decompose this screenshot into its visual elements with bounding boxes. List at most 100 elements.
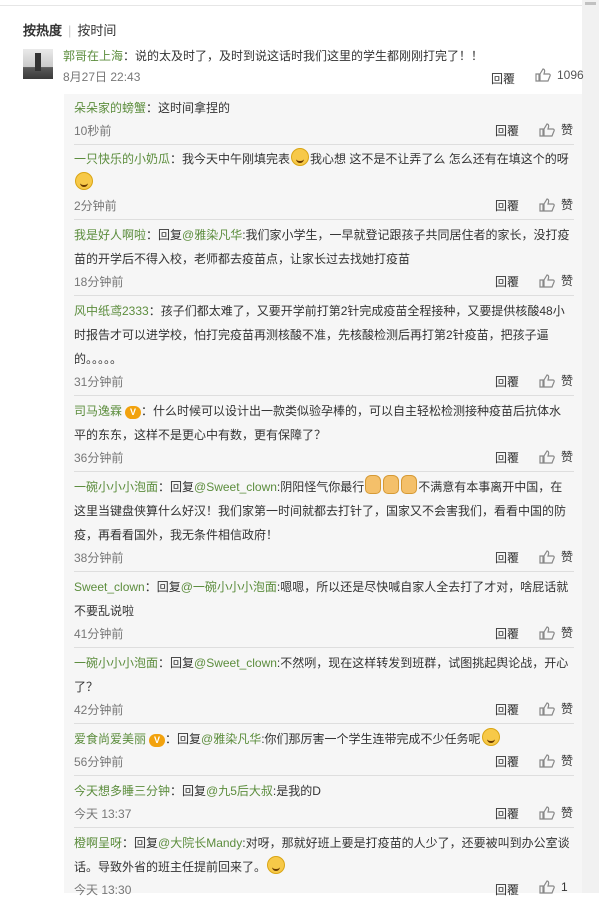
- reply-button[interactable]: 回覆: [491, 70, 515, 87]
- like-button[interactable]: 赞: [539, 752, 573, 769]
- reply-time: 41分钟前: [74, 627, 124, 641]
- reply-meta: 今天 13:30 回覆 1: [74, 879, 574, 899]
- reply-button[interactable]: 回覆: [495, 122, 519, 139]
- reply-meta: 今天 13:37 回覆 赞: [74, 803, 574, 823]
- reply-time: 36分钟前: [74, 451, 124, 465]
- laughing-emoji-icon: [291, 148, 310, 166]
- comment-text: 郭哥在上海：说的太及时了，及时到说这话时我们这里的学生都刚刚打完了！！: [63, 47, 579, 65]
- reply-button[interactable]: 回覆: [495, 549, 519, 566]
- reply-item: Sweet_clown：回复@一碗小小小泡面:嗯嗯，所以还是尽快喊自家人全去打了…: [74, 575, 574, 648]
- like-button[interactable]: 赞: [539, 372, 573, 389]
- vip-badge-icon: V: [125, 406, 142, 419]
- reply-username[interactable]: 一碗小小小泡面: [74, 656, 158, 670]
- reply-username[interactable]: 我是好人啊啦: [74, 228, 146, 242]
- thumbs-up-icon: [539, 449, 555, 464]
- like-button[interactable]: 赞: [539, 196, 573, 213]
- like-button[interactable]: 1: [539, 880, 568, 894]
- reply-prefix: ：回复: [122, 836, 159, 850]
- laughing-emoji-icon: [481, 728, 500, 746]
- reply-username[interactable]: 司马逸霖: [74, 404, 122, 418]
- reply-prefix: ：回复: [158, 656, 195, 670]
- thumbs-up-emoji-icon: [401, 475, 418, 494]
- like-button[interactable]: 赞: [539, 121, 573, 138]
- reply-mention[interactable]: @一碗小小小泡面: [181, 580, 277, 594]
- reply-time: 31分钟前: [74, 375, 124, 389]
- like-label: 赞: [561, 754, 574, 768]
- like-label: 赞: [561, 702, 574, 716]
- reply-body: :你们那厉害一个学生连带完成不少任务呢: [261, 732, 481, 746]
- reply-mention[interactable]: @九5后大叔: [206, 784, 273, 798]
- like-button[interactable]: 赞: [539, 448, 573, 465]
- reply-username[interactable]: 朵朵家的螃蟹: [74, 101, 146, 115]
- comment-body: ：说的太及时了，及时到说这话时我们这里的学生都刚刚打完了！！: [123, 49, 484, 63]
- reply-prefix: ：回复: [144, 580, 181, 594]
- reply-username[interactable]: 今天想多睡三分钟: [74, 784, 170, 798]
- reply-mention[interactable]: @雅染凡华: [182, 228, 242, 242]
- like-label: 赞: [561, 626, 574, 640]
- reply-item: 一碗小小小泡面：回复@Sweet_clown:阴阳怪气你最行 不满意有本事离开中国…: [74, 475, 574, 572]
- thumbs-up-icon: [539, 373, 555, 388]
- reply-username[interactable]: Sweet_clown: [74, 580, 145, 594]
- reply-button[interactable]: 回覆: [495, 701, 519, 718]
- main-comment: 郭哥在上海：说的太及时了，及时到说这话时我们这里的学生都刚刚打完了！！ 8月27…: [23, 47, 584, 95]
- like-button[interactable]: 赞: [539, 624, 573, 641]
- reply-text: 一碗小小小泡面：回复@Sweet_clown:阴阳怪气你最行 不满意有本事离开中国…: [74, 475, 570, 547]
- reply-time: 56分钟前: [74, 755, 124, 769]
- vip-badge-icon: V: [149, 734, 166, 747]
- scrollbar-thumb[interactable]: [585, 2, 596, 5]
- reply-body: :阴阳怪气你最行: [276, 480, 365, 494]
- like-button[interactable]: 赞: [539, 700, 573, 717]
- reply-button[interactable]: 回覆: [495, 273, 519, 290]
- thumbs-up-icon: [539, 549, 555, 564]
- thumbs-up-icon: [539, 805, 555, 820]
- reply-text: Sweet_clown：回复@一碗小小小泡面:嗯嗯，所以还是尽快喊自家人全去打了…: [74, 575, 570, 623]
- smile-emoji-icon: [75, 172, 93, 190]
- reply-button[interactable]: 回覆: [495, 753, 519, 770]
- thumbs-up-icon: [539, 273, 555, 288]
- like-button[interactable]: 赞: [539, 804, 573, 821]
- reply-body: ：这时间拿捏的: [146, 101, 231, 115]
- reply-username[interactable]: 一碗小小小泡面: [74, 480, 158, 494]
- reply-button[interactable]: 回覆: [495, 881, 519, 898]
- comment-username[interactable]: 郭哥在上海: [63, 49, 123, 63]
- reply-meta: 41分钟前 回覆 赞: [74, 623, 574, 643]
- reply-button[interactable]: 回覆: [495, 197, 519, 214]
- reply-item: 今天想多睡三分钟：回复@九5后大叔:是我的D 今天 13:37 回覆 赞: [74, 779, 574, 828]
- reply-mention[interactable]: @雅染凡华: [201, 732, 261, 746]
- thumbs-up-emoji-icon: [365, 475, 382, 494]
- reply-button[interactable]: 回覆: [495, 625, 519, 642]
- reply-username[interactable]: 一只快乐的小奶瓜: [74, 152, 170, 166]
- reply-username[interactable]: 风中纸鸢2333: [74, 304, 149, 318]
- reply-text: 一只快乐的小奶瓜：我今天中午刚填完表 我心想 这不是不让弄了么 怎么还有在填这个的…: [74, 147, 570, 195]
- reply-time: 2分钟前: [74, 199, 117, 213]
- reply-text: 我是好人啊啦：回复@雅染凡华:我们家小学生，一早就登记跟孩子共同居住者的家长，没…: [74, 223, 570, 271]
- like-count: 1: [561, 880, 568, 894]
- reply-text: 一碗小小小泡面：回复@Sweet_clown:不然咧，现在这样转发到班群，试图挑…: [74, 651, 570, 699]
- reply-meta: 10秒前 回覆 赞: [74, 120, 574, 140]
- reply-mention[interactable]: @大院长Mandy: [158, 836, 242, 850]
- reply-mention[interactable]: @Sweet_clown: [194, 656, 277, 670]
- like-button[interactable]: 赞: [539, 548, 573, 565]
- reply-button[interactable]: 回覆: [495, 373, 519, 390]
- sort-by-hot-tab[interactable]: 按热度: [23, 20, 62, 39]
- reply-button[interactable]: 回覆: [495, 805, 519, 822]
- sort-by-time-tab[interactable]: 按时间: [77, 20, 116, 39]
- thumbs-up-icon: [539, 197, 555, 212]
- reply-meta: 38分钟前 回覆 赞: [74, 547, 574, 567]
- like-button[interactable]: 赞: [539, 272, 573, 289]
- reply-button[interactable]: 回覆: [495, 449, 519, 466]
- reply-body: ：我今天中午刚填完表: [170, 152, 291, 166]
- reply-body-continued: 我心想 这不是不让弄了么 怎么还有在填这个的呀: [310, 152, 569, 166]
- reply-mention[interactable]: @Sweet_clown: [194, 480, 277, 494]
- reply-prefix: ：回复: [146, 228, 183, 242]
- like-button[interactable]: 1096: [535, 68, 584, 82]
- scrollbar[interactable]: [582, 0, 599, 893]
- avatar[interactable]: [23, 49, 53, 79]
- reply-meta: 2分钟前 回覆 赞: [74, 195, 574, 215]
- replies-list: 朵朵家的螃蟹：这时间拿捏的 10秒前 回覆赞 一只快乐的小奶瓜：我今天中午刚填完表…: [64, 94, 582, 897]
- comment-time: 8月27日 22:43: [63, 70, 141, 84]
- reply-username[interactable]: 橙啊呈呀: [74, 836, 122, 850]
- reply-text: 橙啊呈呀：回复@大院长Mandy:对呀，那就好班上要是打疫苗的人少了，还要被叫到…: [74, 831, 570, 879]
- reply-username[interactable]: 爱食尚爱美丽: [74, 732, 146, 746]
- reply-meta: 31分钟前 回覆 赞: [74, 371, 574, 391]
